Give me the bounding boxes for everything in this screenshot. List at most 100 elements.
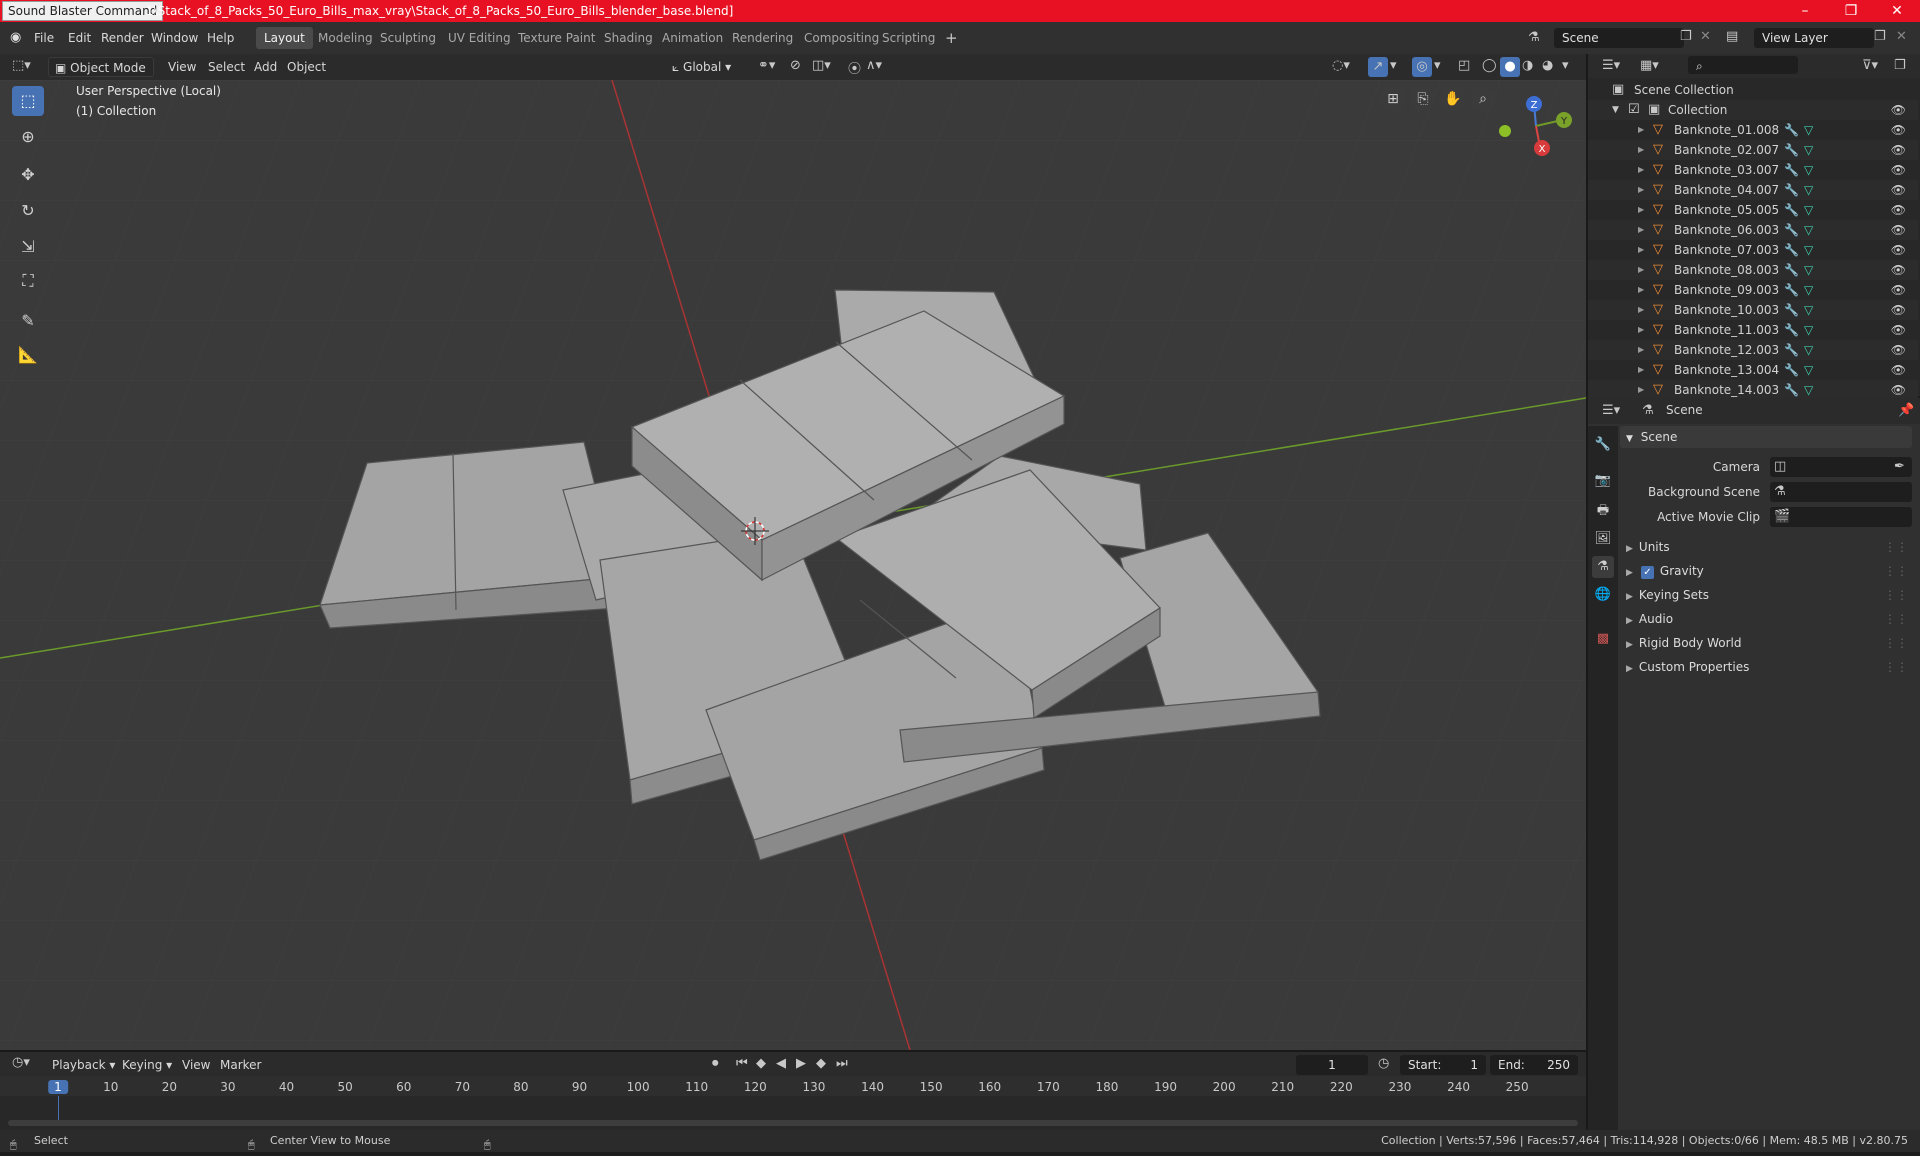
- eye-icon[interactable]: 👁: [1891, 240, 1906, 260]
- expand-icon[interactable]: ▶: [1626, 616, 1633, 626]
- select-box-tool[interactable]: ⬚: [12, 86, 44, 116]
- tool-tab-icon[interactable]: 🔧: [1592, 434, 1614, 456]
- eye-icon[interactable]: 👁: [1891, 360, 1906, 380]
- mesh-data-icon[interactable]: ▽: [1804, 220, 1813, 240]
- workspace-tab-animation[interactable]: Animation: [654, 27, 731, 49]
- zoom-view-icon[interactable]: ⌕: [1470, 86, 1496, 112]
- outliner-item[interactable]: ▶ ▽ Banknote_04.007 🔧 ▽ 👁: [1588, 180, 1918, 200]
- expand-icon[interactable]: ▶: [1638, 260, 1644, 280]
- record-icon[interactable]: ⏺: [712, 1056, 719, 1071]
- drag-handle-icon[interactable]: ⋮⋮: [1884, 536, 1908, 558]
- current-frame-field[interactable]: 1: [1296, 1055, 1368, 1075]
- workspace-tab-texture-paint[interactable]: Texture Paint: [510, 27, 603, 49]
- workspace-tab-layout[interactable]: Layout: [256, 27, 313, 49]
- outliner-item[interactable]: ▶ ▽ Banknote_05.005 🔧 ▽ 👁: [1588, 200, 1918, 220]
- expand-icon[interactable]: ▶: [1638, 160, 1644, 180]
- drag-handle-icon[interactable]: ⋮⋮: [1884, 584, 1908, 606]
- 3d-viewport[interactable]: Z Y X: [0, 80, 1586, 1050]
- xray-icon[interactable]: ◰: [1458, 58, 1470, 73]
- world-tab-icon[interactable]: 🌐: [1592, 584, 1614, 606]
- mesh-data-icon[interactable]: ▽: [1804, 360, 1813, 380]
- overlays-toggle-icon[interactable]: ◎: [1412, 57, 1432, 77]
- drag-handle-icon[interactable]: ⋮⋮: [1884, 560, 1908, 582]
- marker-menu[interactable]: Marker: [220, 1055, 261, 1075]
- mesh-data-icon[interactable]: ▽: [1804, 320, 1813, 340]
- eyedropper-icon[interactable]: ✒: [1894, 459, 1905, 474]
- filter-icon[interactable]: ⊽▾: [1862, 58, 1878, 73]
- playback-menu[interactable]: Playback ▾: [52, 1055, 115, 1075]
- mesh-data-icon[interactable]: ▽: [1804, 180, 1813, 200]
- outliner-scene-collection[interactable]: ▣ Scene Collection: [1588, 80, 1918, 100]
- delete-scene-icon[interactable]: ✕: [1700, 29, 1711, 44]
- panel-keying-sets[interactable]: ▶ Keying Sets ⋮⋮: [1620, 584, 1912, 606]
- transform-orientation-dropdown[interactable]: ⟀ Global ▾: [672, 57, 746, 77]
- expand-icon[interactable]: ▶: [1638, 360, 1644, 380]
- display-mode-icon[interactable]: ▦▾: [1640, 58, 1659, 73]
- panel-rigid-body-world[interactable]: ▶ Rigid Body World ⋮⋮: [1620, 632, 1912, 654]
- blender-logo-icon[interactable]: ◉: [10, 30, 21, 45]
- expand-icon[interactable]: ▶: [1626, 592, 1633, 602]
- minimize-button[interactable]: –: [1782, 0, 1828, 22]
- collapse-icon[interactable]: ▼: [1612, 100, 1619, 120]
- keying-menu[interactable]: Keying ▾: [122, 1055, 172, 1075]
- outliner-item[interactable]: ▶ ▽ Banknote_10.003 🔧 ▽ 👁: [1588, 300, 1918, 320]
- workspace-tab-sculpting[interactable]: Sculpting: [372, 27, 444, 49]
- gizmo-toggle-icon[interactable]: ↗: [1368, 57, 1388, 77]
- camera-view-icon[interactable]: ⎘: [1410, 86, 1436, 112]
- mesh-data-icon[interactable]: ▽: [1804, 160, 1813, 180]
- mesh-data-icon[interactable]: ▽: [1804, 200, 1813, 220]
- outliner-search-input[interactable]: ⌕: [1688, 56, 1798, 74]
- outliner-item[interactable]: ▶ ▽ Banknote_08.003 🔧 ▽ 👁: [1588, 260, 1918, 280]
- scene-field[interactable]: Scene: [1554, 28, 1684, 48]
- annotate-tool[interactable]: ✎: [12, 306, 44, 336]
- mesh-data-icon[interactable]: ▽: [1804, 280, 1813, 300]
- expand-icon[interactable]: ▶: [1638, 200, 1644, 220]
- new-scene-icon[interactable]: ❐: [1680, 29, 1692, 44]
- wireframe-shading-icon[interactable]: ◯: [1482, 58, 1497, 73]
- view-layer-field[interactable]: View Layer: [1754, 28, 1874, 48]
- panel-custom-properties[interactable]: ▶ Custom Properties ⋮⋮: [1620, 656, 1912, 678]
- outliner-item[interactable]: ▶ ▽ Banknote_07.003 🔧 ▽ 👁: [1588, 240, 1918, 260]
- snap-target-icon[interactable]: ◫▾: [812, 58, 831, 73]
- new-view-layer-icon[interactable]: ❐: [1874, 29, 1886, 44]
- eye-icon[interactable]: 👁: [1891, 220, 1906, 240]
- new-collection-icon[interactable]: ❐: [1894, 58, 1906, 73]
- outliner-editor-type-icon[interactable]: ☰▾: [1602, 58, 1620, 73]
- preview-range-icon[interactable]: ◷: [1378, 1056, 1389, 1071]
- expand-icon[interactable]: ▶: [1626, 640, 1633, 650]
- outliner-item[interactable]: ▶ ▽ Banknote_12.003 🔧 ▽ 👁: [1588, 340, 1918, 360]
- next-keyframe-icon[interactable]: ◆: [816, 1056, 826, 1071]
- measure-tool[interactable]: 📐: [12, 340, 44, 370]
- modifier-icon[interactable]: 🔧: [1784, 340, 1799, 360]
- expand-icon[interactable]: ▶: [1638, 300, 1644, 320]
- outliner-collection[interactable]: ▼ ☑ ▣ Collection 👁: [1588, 100, 1918, 120]
- eye-icon[interactable]: 👁: [1891, 280, 1906, 300]
- close-button[interactable]: ✕: [1874, 0, 1920, 22]
- outliner-item[interactable]: ▶ ▽ Banknote_11.003 🔧 ▽ 👁: [1588, 320, 1918, 340]
- view-layer-browse-icon[interactable]: ▤: [1726, 29, 1738, 44]
- modifier-icon[interactable]: 🔧: [1784, 240, 1799, 260]
- active-movie-clip-field[interactable]: 🎬: [1770, 507, 1912, 527]
- snap-icon[interactable]: ⊘: [790, 58, 801, 73]
- outliner-item[interactable]: ▶ ▽ Banknote_14.003 🔧 ▽ 👁: [1588, 380, 1918, 400]
- view-layer-tab-icon[interactable]: 🖼: [1592, 528, 1614, 550]
- render-tab-icon[interactable]: 📷: [1592, 470, 1614, 492]
- toggle-grid-view-icon[interactable]: ⊞: [1380, 86, 1406, 112]
- output-tab-icon[interactable]: 🖶: [1592, 500, 1614, 522]
- expand-icon[interactable]: ▶: [1626, 568, 1633, 578]
- proportional-edit-icon[interactable]: ⦿: [848, 58, 861, 77]
- outliner-item[interactable]: ▶ ▽ Banknote_09.003 🔧 ▽ 👁: [1588, 280, 1918, 300]
- object-mode-dropdown[interactable]: ▣ Object Mode ▾: [48, 57, 154, 95]
- mesh-data-icon[interactable]: ▽: [1804, 140, 1813, 160]
- scene-browse-icon[interactable]: ⚗: [1528, 30, 1540, 45]
- expand-icon[interactable]: ▶: [1638, 140, 1644, 160]
- modifier-icon[interactable]: 🔧: [1784, 200, 1799, 220]
- start-frame-field[interactable]: Start: 1: [1400, 1055, 1486, 1075]
- panel-units[interactable]: ▶ Units ⋮⋮: [1620, 536, 1912, 558]
- workspace-tab-scripting[interactable]: Scripting: [874, 27, 943, 49]
- modifier-icon[interactable]: 🔧: [1784, 360, 1799, 380]
- solid-shading-icon[interactable]: ●: [1500, 57, 1520, 77]
- modifier-icon[interactable]: 🔧: [1784, 280, 1799, 300]
- eye-icon[interactable]: 👁: [1891, 200, 1906, 220]
- pivot-point-icon[interactable]: ⚭▾: [758, 58, 775, 73]
